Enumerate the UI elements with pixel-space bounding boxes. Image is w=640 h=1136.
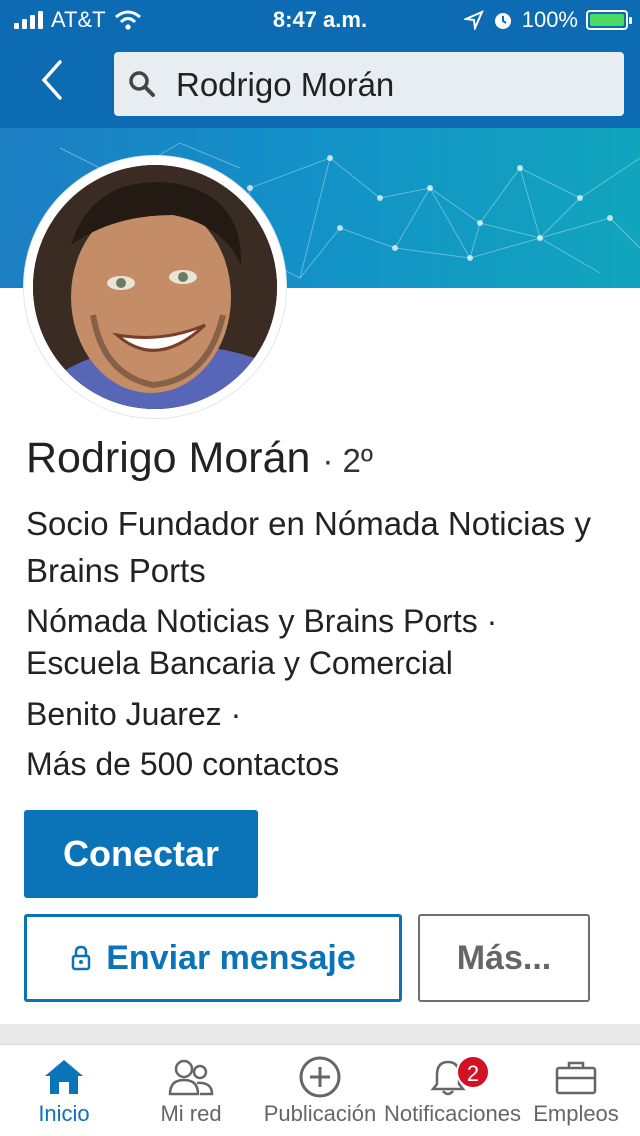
profile-name-row: Rodrigo Morán · 2º <box>26 434 373 483</box>
status-bar: AT&T 8:47 a.m. 100% <box>0 0 640 42</box>
tab-empleos[interactable]: Empleos <box>512 1053 640 1136</box>
back-button[interactable] <box>40 60 80 108</box>
briefcase-icon <box>555 1061 597 1095</box>
search-icon <box>129 71 155 97</box>
search-input[interactable]: Rodrigo Morán <box>114 52 624 116</box>
top-bar: AT&T 8:47 a.m. 100% Rodrigo Morán <box>0 0 640 128</box>
post-plus-icon <box>299 1056 341 1098</box>
tab-label: Notificaciones <box>384 1101 521 1126</box>
tab-label: Publicación <box>263 1101 377 1126</box>
connection-degree: · 2º <box>322 442 373 479</box>
tab-mi-red[interactable]: Mi red <box>127 1053 255 1136</box>
tab-label: Empleos <box>533 1101 619 1126</box>
send-message-button[interactable]: Enviar mensaje <box>24 914 402 1002</box>
battery-percent: 100% <box>521 7 578 32</box>
tab-inicio[interactable]: Inicio <box>0 1053 128 1136</box>
chevron-left-icon <box>41 60 62 100</box>
alarm-icon <box>494 13 511 29</box>
notification-badge: 2 <box>456 1055 490 1089</box>
lock-icon <box>72 945 91 971</box>
location-arrow-icon <box>463 10 484 30</box>
network-icon <box>168 1059 214 1096</box>
send-message-label: Enviar mensaje <box>106 938 356 977</box>
connect-button[interactable]: Conectar <box>24 810 258 898</box>
search-value: Rodrigo Morán <box>176 66 395 103</box>
tab-notificaciones[interactable]: 2 Notificaciones <box>384 1053 521 1136</box>
profile-location: Benito Juarez · <box>26 696 242 732</box>
more-button[interactable]: Más... <box>418 914 590 1002</box>
portrait-illustration <box>33 165 277 409</box>
tab-publicacion[interactable]: Publicación <box>256 1053 384 1136</box>
profile-companies: Nómada Noticias y Brains Ports · Escuela… <box>26 603 498 681</box>
home-icon <box>45 1060 83 1094</box>
tab-label: Inicio <box>38 1101 90 1126</box>
profile-name: Rodrigo Morán <box>26 434 311 482</box>
profile-connections[interactable]: Más de 500 contactos <box>26 743 616 785</box>
bottom-tab-bar: Inicio Mi red Publicación 2 Notificacion… <box>0 1044 640 1136</box>
battery-icon <box>586 10 632 30</box>
profile-photo <box>33 165 277 409</box>
profile-avatar[interactable] <box>24 156 286 418</box>
section-divider <box>0 1024 640 1044</box>
profile-headline: Socio Fundador en Nómada Noticias y Brai… <box>26 505 591 589</box>
tab-label: Mi red <box>160 1101 222 1126</box>
